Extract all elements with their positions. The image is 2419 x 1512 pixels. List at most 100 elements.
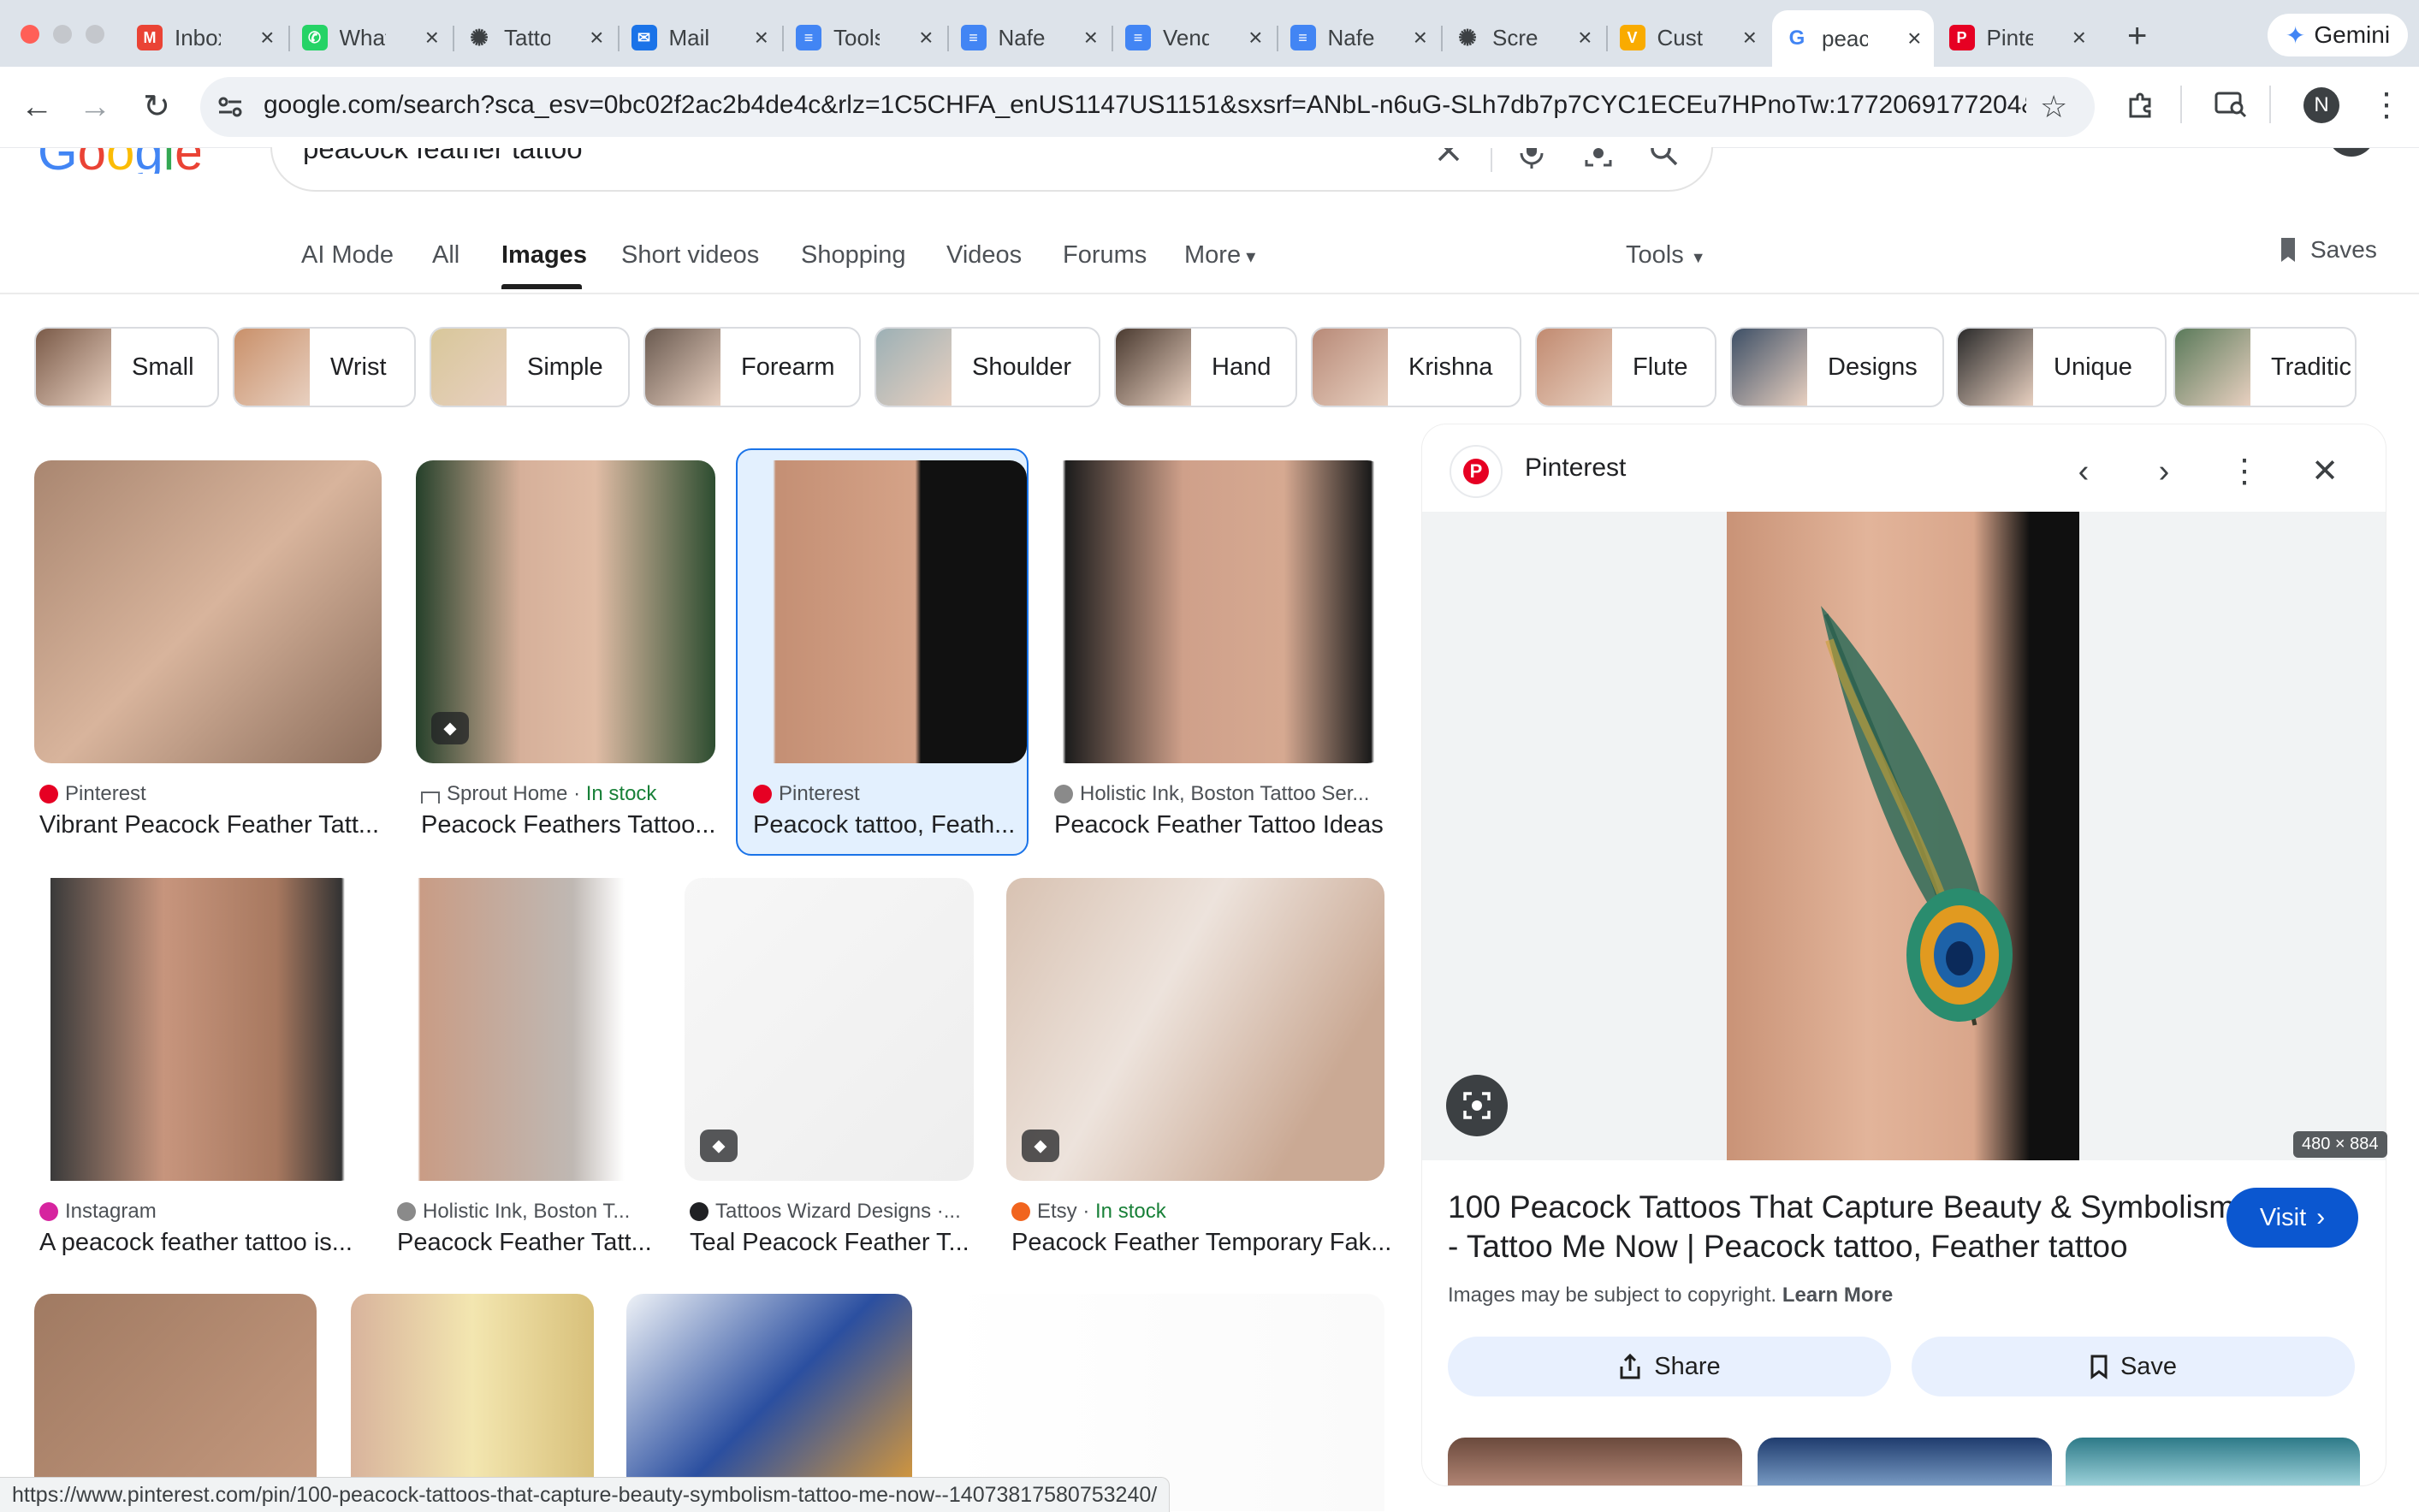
chip-small[interactable]: Small [34, 327, 219, 407]
result-title[interactable]: Peacock Feathers Tattoo... [421, 811, 715, 839]
search-tab-all[interactable]: All [432, 241, 459, 270]
tab-search-icon[interactable] [2214, 91, 2247, 118]
image-result-thumbnail[interactable] [1049, 460, 1384, 763]
search-tab-videos[interactable]: Videos [946, 241, 1022, 270]
tools-button[interactable]: Tools ▼ [1626, 241, 1706, 270]
tab-close-icon[interactable]: × [755, 24, 768, 51]
tab-close-icon[interactable]: × [425, 24, 439, 51]
visit-button[interactable]: Visit › [2226, 1188, 2358, 1248]
gemini-button[interactable]: ✦ Gemini [2268, 14, 2408, 56]
forward-arrow-icon[interactable]: → [74, 86, 116, 128]
chip-wrist[interactable]: Wrist [233, 327, 416, 407]
lens-visual-search-button[interactable] [1446, 1075, 1508, 1136]
result-source[interactable]: Pinterest [39, 782, 146, 806]
result-source[interactable]: Pinterest [753, 782, 860, 806]
result-source[interactable]: Etsy · In stock [1011, 1200, 1166, 1224]
image-result-thumbnail[interactable] [1006, 878, 1384, 1181]
browser-tab[interactable]: ✺ Scre × [1443, 14, 1604, 62]
related-image-thumbnail[interactable] [2066, 1438, 2360, 1485]
more-options-icon[interactable]: ⋮ [2223, 450, 2266, 493]
chip-shoulder[interactable]: Shoulder [875, 327, 1100, 407]
result-title[interactable]: Teal Peacock Feather T... [690, 1229, 969, 1257]
result-title[interactable]: Peacock tattoo, Feath... [753, 811, 1015, 839]
learn-more-link[interactable]: Learn More [1782, 1284, 1893, 1307]
new-tab-button[interactable]: + [2127, 17, 2147, 56]
tab-close-icon[interactable]: × [260, 24, 274, 51]
browser-tab[interactable]: ✉ Mail × [620, 14, 781, 62]
result-source[interactable]: Sprout Home · In stock [421, 782, 656, 806]
search-magnifier-icon[interactable] [1648, 148, 1679, 169]
lens-search-icon[interactable] [1583, 148, 1614, 169]
bookmark-star-icon[interactable]: ☆ [2040, 89, 2067, 125]
browser-tab[interactable]: Gpeac × [1772, 10, 1934, 67]
google-account-avatar[interactable] [2327, 148, 2375, 158]
tab-close-icon[interactable]: × [919, 24, 933, 51]
image-result-thumbnail[interactable] [34, 460, 382, 763]
profile-avatar[interactable]: N [2303, 87, 2339, 123]
search-tab-images[interactable]: Images [501, 241, 587, 270]
share-button[interactable]: Share [1448, 1337, 1891, 1396]
search-tab-ai-mode[interactable]: AI Mode [301, 241, 394, 270]
reload-icon[interactable]: ↻ [135, 86, 178, 128]
next-image-chevron-icon[interactable]: › [2143, 450, 2185, 493]
chip-hand[interactable]: Hand [1114, 327, 1297, 407]
result-source[interactable]: Holistic Ink, Boston Tattoo Ser... [1054, 782, 1369, 806]
image-result-thumbnail[interactable] [34, 878, 358, 1181]
result-title[interactable]: Peacock Feather Tattoo Ideas [1054, 811, 1384, 839]
browser-tab[interactable]: V Cust × [1608, 14, 1770, 62]
browser-tab[interactable]: ≡ Nafe × [949, 14, 1111, 62]
close-panel-icon[interactable]: ✕ [2303, 450, 2346, 493]
result-source[interactable]: Instagram [39, 1200, 157, 1224]
voice-search-icon[interactable] [1516, 148, 1547, 169]
browser-tab[interactable]: M Inbox × [125, 14, 287, 62]
result-title[interactable]: Peacock Feather Temporary Fak... [1011, 1229, 1391, 1257]
chip-traditic[interactable]: Traditic [2173, 327, 2357, 407]
chip-krishna[interactable]: Krishna [1311, 327, 1521, 407]
close-window-button[interactable] [21, 25, 39, 44]
back-arrow-icon[interactable]: ← [15, 86, 58, 128]
site-settings-icon[interactable] [216, 92, 245, 122]
result-title[interactable]: Vibrant Peacock Feather Tatt... [39, 811, 379, 839]
search-tab-short-videos[interactable]: Short videos [621, 241, 759, 270]
minimize-window-button[interactable] [53, 25, 72, 44]
result-source[interactable]: Tattoos Wizard Designs ·... [690, 1200, 961, 1224]
clear-search-icon[interactable] [1434, 148, 1463, 165]
browser-tab[interactable]: ✺ Tattoo × [454, 14, 616, 62]
chip-designs[interactable]: Designs [1730, 327, 1944, 407]
chrome-menu-icon[interactable]: ⋮ [2370, 86, 2403, 124]
tab-close-icon[interactable]: × [1248, 24, 1262, 51]
panel-title-line1[interactable]: 100 Peacock Tattoos That Capture Beauty … [1448, 1189, 2235, 1225]
google-logo[interactable]: Google [38, 148, 200, 174]
panel-source[interactable]: Pinterest [1525, 454, 1626, 483]
result-title[interactable]: A peacock feather tattoo is... [39, 1229, 353, 1257]
image-result-thumbnail[interactable] [748, 460, 1027, 763]
browser-tab[interactable]: ✆ WhatsApp × [290, 14, 452, 62]
search-query[interactable]: peacock feather tattoo [303, 148, 583, 165]
tab-close-icon[interactable]: × [1907, 25, 1921, 52]
chip-flute[interactable]: Flute [1535, 327, 1716, 407]
chip-simple[interactable]: Simple [430, 327, 630, 407]
preview-image[interactable] [1727, 512, 2079, 1160]
maximize-window-button[interactable] [86, 25, 104, 44]
chip-forearm[interactable]: Forearm [643, 327, 861, 407]
saves-button[interactable]: Saves [2278, 236, 2377, 264]
browser-tab[interactable]: ≡ Vend × [1113, 14, 1275, 62]
tab-close-icon[interactable]: × [1084, 24, 1098, 51]
search-tab-shopping[interactable]: Shopping [801, 241, 906, 270]
panel-title-line2[interactable]: - Tattoo Me Now | Peacock tattoo, Feathe… [1448, 1229, 2128, 1265]
tab-close-icon[interactable]: × [590, 24, 603, 51]
result-title[interactable]: Peacock Feather Tatt... [397, 1229, 652, 1257]
image-result-thumbnail[interactable] [392, 878, 650, 1181]
tab-close-icon[interactable]: × [1578, 24, 1592, 51]
tab-close-icon[interactable]: × [2072, 24, 2086, 51]
browser-tab[interactable]: ≡ Nafe × [1278, 14, 1440, 62]
related-image-thumbnail[interactable] [1758, 1438, 2052, 1485]
search-tab-more[interactable]: More ▾ [1184, 241, 1255, 270]
previous-image-chevron-icon[interactable]: ‹ [2062, 450, 2105, 493]
url-text[interactable]: google.com/search?sca_esv=0bc02f2ac2b4de… [264, 91, 2026, 120]
chip-unique[interactable]: Unique [1956, 327, 2167, 407]
tab-close-icon[interactable]: × [1414, 24, 1427, 51]
search-tab-forums[interactable]: Forums [1063, 241, 1147, 270]
browser-tab[interactable]: P Pinte × [1937, 14, 2099, 62]
save-button[interactable]: Save [1912, 1337, 2355, 1396]
